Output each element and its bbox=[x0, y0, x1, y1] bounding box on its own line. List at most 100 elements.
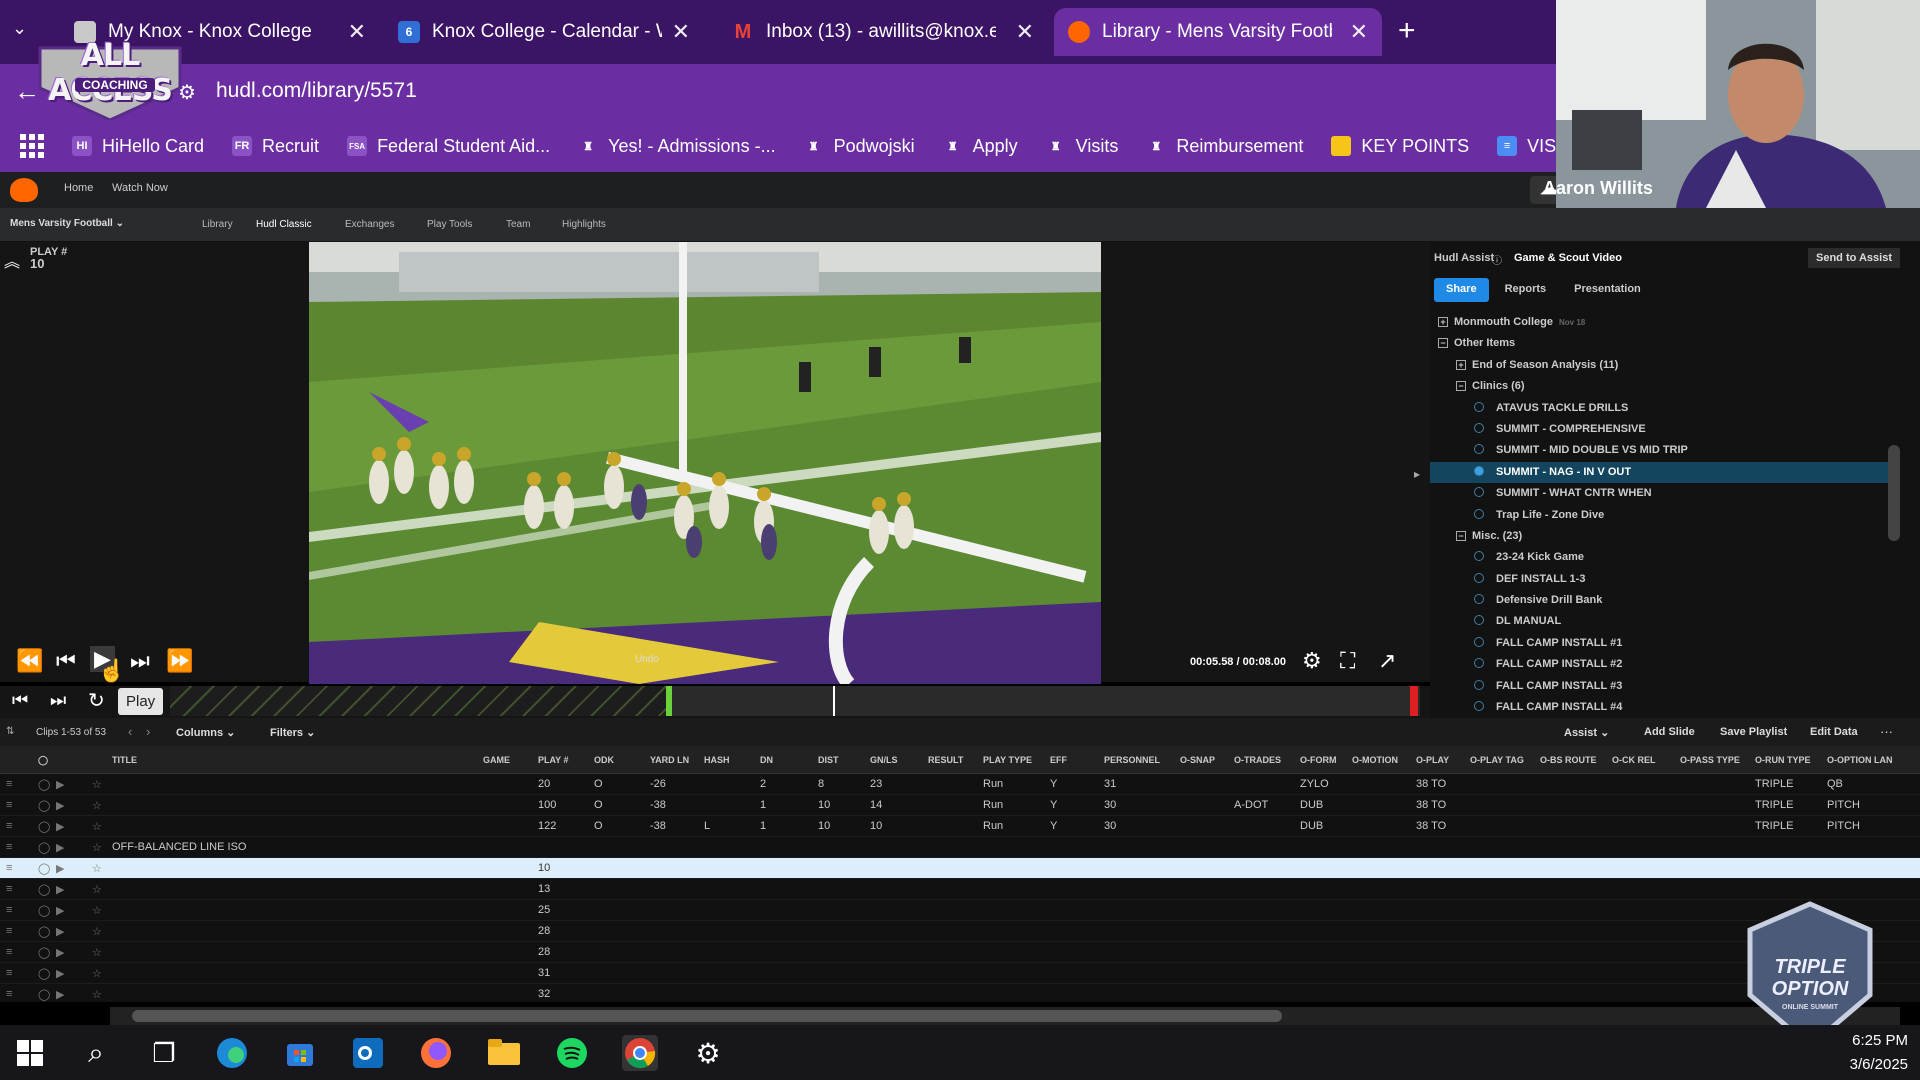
star-icon[interactable]: ☆ bbox=[92, 925, 102, 938]
first-clip-icon[interactable]: ⏮ bbox=[12, 690, 28, 711]
row-play-icon[interactable]: ▶ bbox=[56, 778, 64, 791]
gear-icon[interactable]: ⚙ bbox=[1302, 648, 1322, 674]
nav-team[interactable]: Team bbox=[506, 219, 530, 230]
table-row[interactable]: ≡ ◯ ▶ ☆ 100 O -38 1 10 14 Run Y 30 A-DOT DUB 38 TO TRIPL… bbox=[0, 795, 1920, 816]
settings-icon[interactable]: ⚙ bbox=[690, 1035, 726, 1071]
table-row[interactable]: ≡ ◯ ▶ ☆ 20 O -26 2 8 23 Run Y 31 ZYLO 38 TO TRIPLE QB bbox=[0, 774, 1920, 795]
star-icon[interactable]: ☆ bbox=[92, 946, 102, 959]
collapse-minus-icon[interactable]: − bbox=[1438, 338, 1448, 349]
tab-share[interactable]: Share bbox=[1434, 278, 1489, 302]
nav-play-tools[interactable]: Play Tools bbox=[427, 219, 472, 230]
row-play-icon[interactable]: ▶ bbox=[56, 988, 64, 1001]
playlist-tree-item[interactable]: SUMMIT - MID DOUBLE VS MID TRIP bbox=[1430, 440, 1900, 461]
filters-button[interactable]: Filters ⌄ bbox=[270, 726, 315, 739]
edit-data-button[interactable]: Edit Data bbox=[1810, 726, 1858, 738]
column-header[interactable]: O-SNAP bbox=[1180, 755, 1215, 765]
bookmark-fsa[interactable]: FSA Federal Student Aid... bbox=[347, 136, 550, 157]
column-header[interactable]: DIST bbox=[818, 755, 839, 765]
step-forward-icon[interactable]: ⏭ bbox=[130, 648, 150, 674]
radio-icon[interactable] bbox=[1474, 572, 1484, 583]
column-header[interactable]: PLAY # bbox=[538, 755, 569, 765]
info-icon[interactable]: ⓘ bbox=[1492, 252, 1502, 267]
url-field[interactable]: hudl.com/library/5571 bbox=[216, 79, 417, 103]
collapse-up-icon[interactable]: ︽ bbox=[4, 248, 20, 272]
playlist-tree-item[interactable]: + End of Season Analysis (11) bbox=[1430, 355, 1900, 376]
tab-knox-calendar[interactable]: 6 Knox College - Calendar - Week ✕ bbox=[384, 8, 704, 56]
table-row[interactable]: ≡ ◯ ▶ ☆ 28 bbox=[0, 921, 1920, 942]
task-view-icon[interactable]: ❐ bbox=[146, 1035, 182, 1071]
playback-timeline[interactable] bbox=[170, 686, 1420, 716]
table-row[interactable]: ≡ ◯ ▶ ☆ 31 bbox=[0, 963, 1920, 984]
star-icon[interactable]: ☆ bbox=[92, 841, 102, 854]
row-checkbox[interactable]: ◯ bbox=[38, 925, 50, 938]
video-frame[interactable]: Undo bbox=[309, 242, 1101, 684]
edge-icon[interactable] bbox=[214, 1035, 250, 1071]
star-icon[interactable]: ☆ bbox=[92, 778, 102, 791]
collapse-minus-icon[interactable]: − bbox=[1456, 381, 1466, 392]
radio-icon[interactable] bbox=[1474, 508, 1484, 519]
drag-handle-icon[interactable]: ≡ bbox=[6, 904, 12, 916]
table-row[interactable]: ≡ ◯ ▶ ☆ 13 bbox=[0, 879, 1920, 900]
table-horizontal-scrollbar[interactable] bbox=[110, 1007, 1900, 1025]
playlist-tree-item[interactable]: Defensive Drill Bank bbox=[1430, 590, 1900, 611]
row-play-icon[interactable]: ▶ bbox=[56, 820, 64, 833]
playlist-tree-item[interactable]: FALL CAMP INSTALL #3 bbox=[1430, 676, 1900, 697]
save-playlist-button[interactable]: Save Playlist bbox=[1720, 726, 1787, 738]
column-header[interactable]: RESULT bbox=[928, 755, 963, 765]
star-icon[interactable]: ☆ bbox=[92, 967, 102, 980]
bookmark-recruit[interactable]: FR Recruit bbox=[232, 136, 319, 157]
playlist-tree-item[interactable]: − Misc. (23) bbox=[1430, 526, 1900, 547]
column-header[interactable]: O-CK REL bbox=[1612, 755, 1656, 765]
hudl-logo-icon[interactable] bbox=[10, 178, 38, 202]
drag-handle-icon[interactable]: ≡ bbox=[6, 799, 12, 811]
column-header[interactable]: O-PLAY TAG bbox=[1470, 755, 1524, 765]
bookmark-hihello[interactable]: HI HiHello Card bbox=[72, 136, 204, 157]
windows-start-icon[interactable] bbox=[12, 1035, 48, 1071]
playlist-tree-item[interactable]: SUMMIT - COMPREHENSIVE bbox=[1430, 419, 1900, 440]
playlist-tree-item[interactable]: 23-24 Kick Game bbox=[1430, 547, 1900, 568]
row-checkbox[interactable]: ◯ bbox=[38, 904, 50, 917]
star-icon[interactable]: ☆ bbox=[92, 883, 102, 896]
more-options-icon[interactable]: ··· bbox=[1880, 724, 1893, 739]
star-icon[interactable]: ☆ bbox=[92, 799, 102, 812]
row-checkbox[interactable]: ◯ bbox=[38, 799, 50, 812]
radio-icon[interactable] bbox=[1474, 444, 1484, 455]
step-back-icon[interactable]: ⏮ bbox=[56, 648, 76, 674]
drag-handle-icon[interactable]: ≡ bbox=[6, 883, 12, 895]
radio-icon[interactable] bbox=[1474, 594, 1484, 605]
column-header[interactable]: O-RUN TYPE bbox=[1755, 755, 1811, 765]
scroll-thumb[interactable] bbox=[132, 1010, 1282, 1022]
radio-icon[interactable] bbox=[1474, 701, 1484, 712]
close-icon[interactable]: ✕ bbox=[1016, 19, 1034, 45]
playlist-tree-item[interactable]: DEF INSTALL 1-3 bbox=[1430, 569, 1900, 590]
row-play-icon[interactable]: ▶ bbox=[56, 841, 64, 854]
tab-reports[interactable]: Reports bbox=[1493, 278, 1559, 302]
radio-icon[interactable] bbox=[1474, 465, 1484, 476]
assist-dropdown[interactable]: Assist ⌄ bbox=[1564, 726, 1609, 739]
radio-icon[interactable] bbox=[1474, 401, 1484, 412]
radio-icon[interactable] bbox=[1474, 615, 1484, 626]
row-checkbox[interactable]: ◯ bbox=[38, 988, 50, 1001]
tab-hudl-library[interactable]: Library - Mens Varsity Football ✕ bbox=[1054, 8, 1382, 56]
playlist-tree-item[interactable]: FALL CAMP INSTALL #2 bbox=[1430, 654, 1900, 675]
drag-handle-icon[interactable]: ≡ bbox=[6, 862, 12, 874]
spotify-icon[interactable] bbox=[554, 1035, 590, 1071]
playlist-tree-item[interactable]: FALL CAMP INSTALL #4 bbox=[1430, 697, 1900, 718]
row-checkbox[interactable]: ◯ bbox=[38, 967, 50, 980]
file-explorer-icon[interactable] bbox=[486, 1035, 522, 1071]
expand-plus-icon[interactable]: + bbox=[1438, 317, 1448, 327]
table-row[interactable]: ≡ ◯ ▶ ☆ 10 bbox=[0, 858, 1920, 879]
drag-handle-icon[interactable]: ≡ bbox=[6, 820, 12, 832]
row-checkbox[interactable]: ◯ bbox=[38, 946, 50, 959]
star-icon[interactable]: ☆ bbox=[92, 988, 102, 1001]
table-row[interactable]: ≡ ◯ ▶ ☆ 25 bbox=[0, 900, 1920, 921]
panel-scrollbar[interactable] bbox=[1888, 445, 1900, 541]
new-tab-plus-icon[interactable]: + bbox=[1398, 14, 1416, 48]
chrome-icon[interactable] bbox=[622, 1035, 658, 1071]
playlist-tree-item[interactable]: Trap Life - Zone Dive bbox=[1430, 505, 1900, 526]
radio-icon[interactable] bbox=[1474, 658, 1484, 669]
expand-plus-icon[interactable]: + bbox=[1456, 359, 1466, 370]
star-icon[interactable]: ☆ bbox=[92, 904, 102, 917]
table-row[interactable]: ≡ ◯ ▶ ☆ 28 bbox=[0, 942, 1920, 963]
playlist-tree-item[interactable]: SUMMIT - NAG - IN V OUT bbox=[1430, 461, 1900, 484]
